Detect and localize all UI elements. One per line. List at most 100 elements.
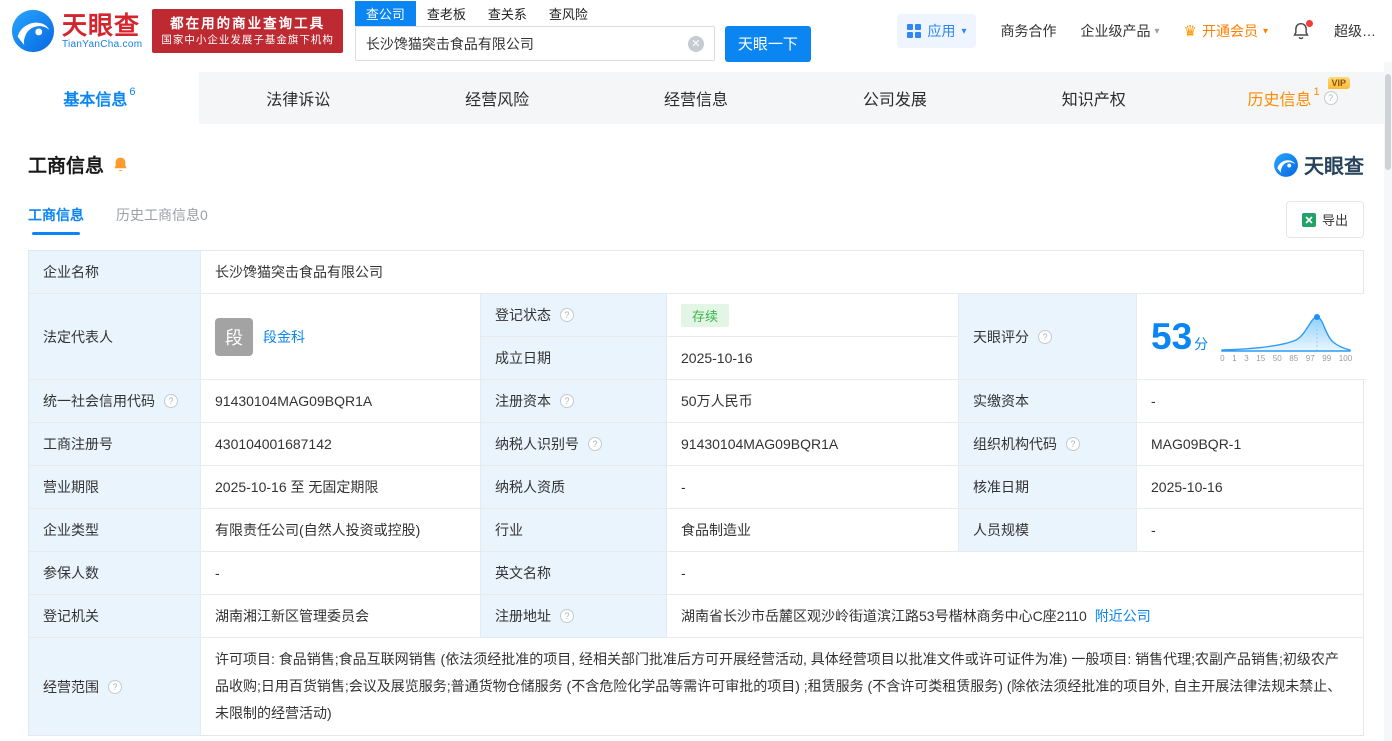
table-row: 经营范围 ? 许可项目: 食品销售;食品互联网销售 (依法须经批准的项目, 经相… (29, 638, 1363, 735)
chevron-down-icon: ▾ (1154, 25, 1160, 37)
notification-bell[interactable] (1292, 19, 1313, 41)
field-value-org-code: MAG09BQR-1 (1137, 423, 1363, 466)
score-axis-ticks: 0 1 3 15 50 85 97 99 100 (1220, 353, 1353, 363)
search-box: ✕ (354, 26, 715, 61)
score-value: 53 分 (1151, 318, 1208, 355)
search-input[interactable] (355, 35, 688, 52)
search-tab-company[interactable]: 查公司 (354, 0, 416, 26)
field-label-paid-capital: 实缴资本 (959, 380, 1137, 423)
table-row: 工商注册号 430104001687142 纳税人识别号 ? 91430104M… (29, 423, 1363, 466)
tianyancha-logo-icon (11, 9, 55, 53)
subtab-business-info[interactable]: 工商信息 (28, 205, 84, 235)
help-icon[interactable]: ? (108, 679, 122, 694)
tab-operation-info[interactable]: 经营信息 (597, 72, 796, 124)
field-value-staff-size: - (1137, 509, 1363, 552)
field-value-credit-code: 91430104MAG09BQR1A (201, 380, 481, 423)
field-value-company-type: 有限责任公司(自然人投资或控股) (201, 509, 481, 552)
help-icon[interactable]: ? (560, 609, 574, 623)
main-content: 工商信息 天眼查 工商信息 历史工商信息0 导出 企业名称 长沙馋猫突击食品有限… (0, 150, 1392, 736)
scrollbar-thumb[interactable] (1385, 74, 1391, 170)
label-text: 经营范围 (43, 678, 99, 695)
subtab-history-business-info[interactable]: 历史工商信息0 (116, 205, 208, 235)
nav-apps-label: 应用 (927, 23, 956, 39)
field-label-taxpayer-qualif: 纳税人资质 (481, 466, 667, 509)
help-icon[interactable]: ? (1323, 91, 1338, 105)
field-value-authority: 湖南湘江新区管理委员会 (201, 595, 481, 638)
table-row: 登记机关 湖南湘江新区管理委员会 注册地址 ? 湖南省长沙市岳麓区观沙岭街道滨江… (29, 595, 1363, 638)
field-label-legal-rep: 法定代表人 (29, 294, 201, 380)
help-icon[interactable]: ? (560, 394, 574, 408)
field-label-english-name: 英文名称 (481, 552, 667, 595)
search-button[interactable]: 天眼一下 (724, 25, 811, 62)
table-row: 法定代表人 段 段金科 登记状态 ? 存续 成立日期 2025-10-16 天眼… (29, 294, 1367, 380)
tab-label: 公司发展 (862, 92, 927, 109)
tab-legal-proceedings[interactable]: 法律诉讼 (199, 72, 398, 124)
business-info-table: 企业名称 长沙馋猫突击食品有限公司 法定代表人 段 段金科 登记状态 ? 存续 … (28, 250, 1367, 736)
section-header: 工商信息 天眼查 (28, 150, 1364, 179)
field-label-address: 注册地址 ? (481, 595, 667, 638)
brand-name: 天眼查 (62, 11, 141, 40)
field-label-staff-size: 人员规模 (959, 509, 1137, 552)
export-button[interactable]: 导出 (1285, 201, 1364, 238)
field-value-term: 2025-10-16 至 无固定期限 (201, 466, 481, 509)
apps-grid-icon (907, 24, 922, 38)
nav-vip-label: 开通会员 (1201, 23, 1258, 39)
field-value-reg-no: 430104001687142 (201, 423, 481, 466)
label-text: 注册地址 (495, 608, 551, 624)
nav-enterprise[interactable]: 企业级产品 ▾ (1080, 21, 1159, 41)
field-value-paid-capital: - (1137, 380, 1363, 423)
tab-badge: 1 (1313, 86, 1320, 98)
tianyancha-logo[interactable]: 天眼查 TianYanCha.com (10, 8, 142, 54)
crown-icon: ♛ (1183, 23, 1197, 40)
help-icon[interactable]: ? (1066, 437, 1080, 451)
search-tab-risk[interactable]: 查风险 (538, 1, 599, 26)
score-unit: 分 (1194, 336, 1209, 352)
field-value-company-name: 长沙馋猫突击食品有限公司 (201, 251, 1363, 294)
field-value-legal-rep: 段 段金科 (201, 294, 481, 380)
tab-company-development[interactable]: 公司发展 (795, 72, 994, 124)
tab-label: 知识产权 (1061, 92, 1126, 109)
tianyancha-logo-icon (1274, 152, 1298, 177)
tab-label: 基本信息 (63, 92, 128, 109)
logo-text: 天眼查 TianYanCha.com (62, 13, 142, 50)
tab-label: 法律诉讼 (266, 92, 331, 109)
legal-rep-link[interactable]: 段金科 (263, 327, 305, 347)
search-tab-relation[interactable]: 查关系 (477, 1, 538, 26)
vip-badge: VIP (1327, 77, 1351, 89)
legal-rep-avatar[interactable]: 段 (215, 317, 253, 356)
search-tab-boss[interactable]: 查老板 (416, 1, 477, 26)
monitor-bell-icon[interactable] (112, 156, 129, 174)
label-text: 登记状态 (495, 307, 551, 323)
clear-search-icon[interactable]: ✕ (687, 35, 704, 52)
help-icon[interactable]: ? (588, 437, 602, 451)
tab-basic-info[interactable]: 基本信息 6 (0, 72, 199, 124)
tab-badge: 6 (129, 86, 136, 98)
tab-intellectual-property[interactable]: 知识产权 (994, 72, 1193, 124)
nav-apps[interactable]: 应用 ▾ (897, 14, 977, 48)
top-nav: 应用 ▾ 商务合作 企业级产品 ▾ ♛ 开通会员 ▾ 超级… (897, 14, 1376, 48)
nav-open-vip[interactable]: ♛ 开通会员 ▾ (1184, 21, 1268, 41)
tab-history-info[interactable]: VIP 历史信息 1 ? (1193, 72, 1392, 124)
table-row: 企业类型 有限责任公司(自然人投资或控股) 行业 食品制造业 人员规模 - (29, 509, 1363, 552)
nav-user[interactable]: 超级… (1334, 21, 1376, 41)
field-value-address: 湖南省长沙市岳麓区观沙岭街道滨江路53号楷林商务中心C座2110 附近公司 (667, 595, 1363, 638)
field-label-taxpayer-no: 纳税人识别号 ? (481, 423, 667, 466)
label-text: 注册资本 (495, 393, 551, 409)
tab-operation-risk[interactable]: 经营风险 (398, 72, 597, 124)
help-icon[interactable]: ? (560, 308, 574, 322)
field-value-reg-status: 存续 (667, 294, 959, 337)
label-text: 纳税人识别号 (495, 436, 579, 452)
help-icon[interactable]: ? (164, 394, 178, 408)
field-label-org-code: 组织机构代码 ? (959, 423, 1137, 466)
field-value-reg-capital: 50万人民币 (667, 380, 959, 423)
score-number: 53 (1151, 316, 1193, 357)
field-value-score: 53 分 0 1 3 15 50 85 97 99 100 (1137, 294, 1367, 380)
nearby-companies-link[interactable]: 附近公司 (1095, 606, 1151, 626)
page-scrollbar[interactable] (1384, 62, 1392, 741)
score-curve-chart (1221, 313, 1351, 352)
nav-enterprise-label: 企业级产品 (1080, 23, 1151, 39)
nav-cooperation[interactable]: 商务合作 (1000, 21, 1056, 41)
help-icon[interactable]: ? (1038, 329, 1052, 344)
page-title: 工商信息 (28, 156, 105, 177)
search-row: ✕ 天眼一下 (354, 25, 811, 62)
